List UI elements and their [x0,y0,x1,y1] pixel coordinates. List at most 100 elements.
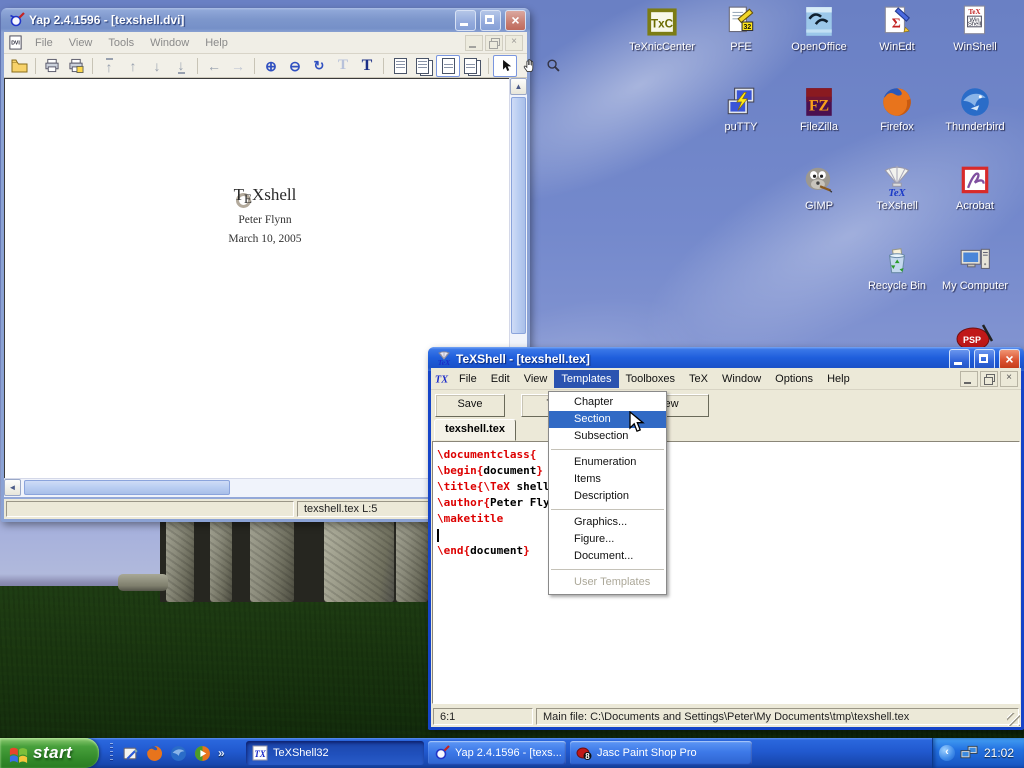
menu-item-user-templates[interactable]: User Templates [549,574,666,591]
yap-menu-window[interactable]: Window [142,34,197,52]
toolbar-separator [197,58,198,74]
desktop-icon-texshell[interactable]: TeXTeXshell [858,164,936,212]
quick-launch-media-player-icon[interactable] [194,745,211,762]
network-tray-icon[interactable] [960,745,979,761]
menu-item-subsection[interactable]: Subsection [549,428,666,445]
yap-menu-view[interactable]: View [61,34,101,52]
page-down-icon[interactable]: ↓ [145,55,169,77]
yap-menu-help[interactable]: Help [197,34,236,52]
page-up-icon[interactable]: ↑ [121,55,145,77]
desktop-icon-filezilla[interactable]: FZFileZilla [780,85,858,133]
minimize-button[interactable] [949,349,970,370]
texshell-menu-tex[interactable]: TeX [682,370,715,388]
view-double-icon[interactable] [412,55,436,77]
texshell-menu-options[interactable]: Options [768,370,820,388]
text-sketch-icon[interactable]: T [331,55,355,77]
desktop-icon-winedt[interactable]: ΣWinEdt [858,5,936,53]
magnifier-icon[interactable] [541,55,565,77]
desktop-icon-openoffice[interactable]: OpenOffice [780,5,858,53]
texshell-menu-edit[interactable]: Edit [484,370,517,388]
texshell-menu-file[interactable]: File [452,370,484,388]
open-icon[interactable] [7,55,31,77]
mdi-restore-icon[interactable] [485,35,503,51]
scroll-left-button[interactable]: ◄ [4,479,21,496]
quick-launch-firefox-icon[interactable] [146,745,163,762]
desktop-icon-winshell[interactable]: TeXWinShellWinShell [936,5,1014,53]
status-main-file: Main file: C:\Documents and Settings\Pet… [536,708,1019,725]
mdi-minimize-icon[interactable] [960,371,978,387]
desktop-icon-recyclebin[interactable]: Recycle Bin [858,244,936,292]
maximize-button[interactable] [480,10,501,31]
view-spread-icon[interactable] [460,55,484,77]
quick-launch-thunderbird-icon[interactable] [170,745,187,762]
mdi-close-icon[interactable]: × [505,35,523,51]
menu-item-document[interactable]: Document... [549,548,666,565]
menu-item-enumeration[interactable]: Enumeration [549,454,666,471]
texshell-menu-templates[interactable]: Templates [554,370,618,388]
desktop-icon-texniccenter[interactable]: TxCTeXnicCenter [623,5,701,53]
refresh-icon[interactable]: ↻ [307,55,331,77]
forward-icon[interactable]: → [226,55,250,77]
zoom-out-icon[interactable]: ⊖ [283,55,307,77]
texshell-menu-toolboxes[interactable]: Toolboxes [619,370,683,388]
menu-item-items[interactable]: Items [549,471,666,488]
start-button[interactable]: start [0,738,99,768]
print-icon[interactable] [40,55,64,77]
yap-titlebar[interactable]: Yap 2.4.1596 - [texshell.dvi] × [1,8,530,32]
first-page-icon[interactable]: ↑ [97,55,121,77]
horizontal-scroll-thumb[interactable] [24,480,230,495]
minimize-button[interactable] [455,10,476,31]
taskbar-button-texshell[interactable]: TXTeXShell32 [246,741,424,765]
desktop-icon-putty[interactable]: puTTY [702,85,780,133]
scroll-up-button[interactable]: ▲ [510,78,527,95]
code-token: \TeX [483,480,510,493]
desktop-icon-pfe[interactable]: 32PFE [702,5,780,53]
mycomputer-icon [958,244,992,278]
menu-item-description[interactable]: Description [549,488,666,505]
yap-toolbar: ↑↑↓↓←→⊕⊖↻TT [4,54,527,78]
yap-menu-file[interactable]: File [27,34,61,52]
mdi-close-icon[interactable]: × [1000,371,1018,387]
menu-item-figure[interactable]: Figure... [549,531,666,548]
tray-collapse-chevron[interactable]: ‹ [939,745,955,761]
desktop-icon-thunderbird[interactable]: Thunderbird [936,85,1014,133]
menu-item-graphics[interactable]: Graphics... [549,514,666,531]
vertical-scroll-thumb[interactable] [511,97,526,334]
back-icon[interactable]: ← [202,55,226,77]
mdi-restore-icon[interactable] [980,371,998,387]
yap-menu-tools[interactable]: Tools [100,34,142,52]
texshell-menu-view[interactable]: View [517,370,555,388]
save-button[interactable]: Save [435,394,505,417]
zoom-in-icon[interactable]: ⊕ [259,55,283,77]
desktop-icon-label: My Computer [936,280,1014,292]
quick-launch-show-desktop-icon[interactable] [122,745,139,762]
taskbar-button-yap[interactable]: Yap 2.4.1596 - [texs... [428,741,566,765]
desktop-icon-label: TeXnicCenter [623,41,701,53]
taskbar-button-psp[interactable]: 8Jasc Paint Shop Pro [570,741,752,765]
view-single-icon[interactable] [388,55,412,77]
last-page-icon[interactable]: ↓ [169,55,193,77]
desktop-icon-gimp[interactable]: GIMP [780,164,858,212]
tab-texshell-tex[interactable]: texshell.tex [434,419,516,441]
desktop-icon-label: Recycle Bin [858,280,936,292]
desktop-icon-firefox[interactable]: Firefox [858,85,936,133]
texshell-menu-window[interactable]: Window [715,370,768,388]
pointer-icon[interactable] [493,55,517,77]
text-icon[interactable]: T [355,55,379,77]
mdi-minimize-icon[interactable] [465,35,483,51]
maximize-button[interactable] [974,349,995,370]
menu-item-section[interactable]: Section [549,411,666,428]
menu-item-chapter[interactable]: Chapter [549,394,666,411]
close-button[interactable]: × [999,349,1020,370]
desktop-icon-acrobat[interactable]: Acrobat [936,164,1014,212]
view-page-icon[interactable] [436,55,460,77]
paint-shop-pro-desktop-icon[interactable]: PSP [952,322,996,348]
desktop-icon-mycomputer[interactable]: My Computer [936,244,1014,292]
quick-launch-overflow-chevron[interactable]: » [218,746,225,760]
resize-grip[interactable] [1007,713,1020,726]
texshell-menu-help[interactable]: Help [820,370,857,388]
code-editor[interactable]: \documentclass{\begin{document}\title{\T… [432,441,1020,704]
close-button[interactable]: × [505,10,526,31]
print-preview-icon[interactable] [64,55,88,77]
hand-icon[interactable] [517,55,541,77]
